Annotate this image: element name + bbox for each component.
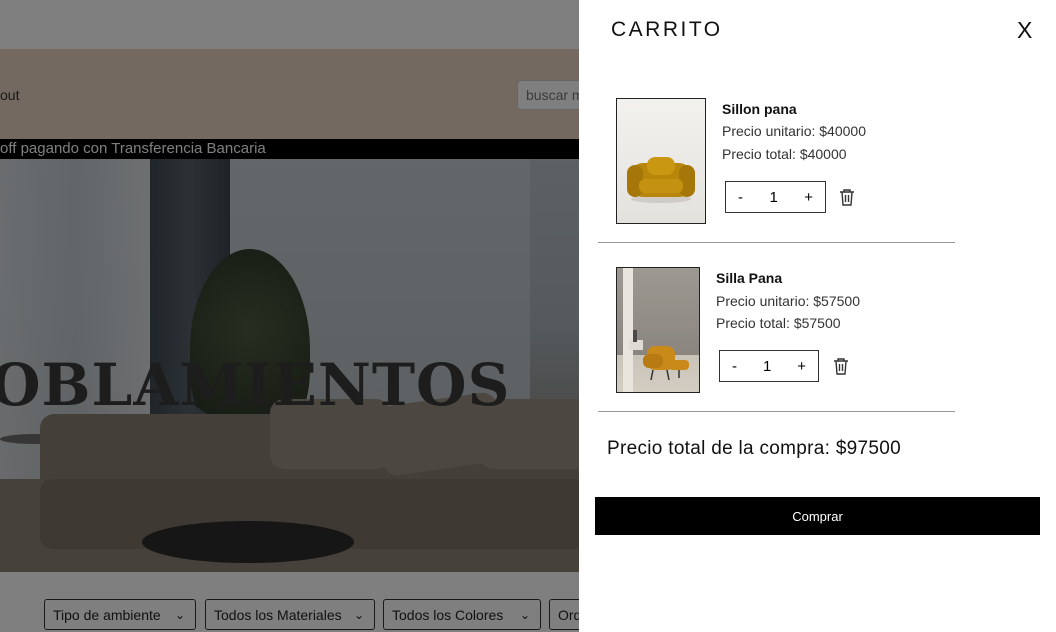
lounge-chair-illustration: [623, 268, 689, 392]
cart-item: Silla Pana Precio unitario: $57500 Preci…: [598, 243, 955, 412]
product-image: [616, 98, 706, 224]
item-total-price: Precio total: $40000: [722, 146, 847, 162]
quantity-stepper: - 1 +: [719, 350, 819, 382]
product-image: [616, 267, 700, 393]
increase-button[interactable]: +: [797, 358, 806, 375]
decrease-button[interactable]: -: [738, 189, 743, 206]
increase-button[interactable]: +: [804, 189, 813, 206]
cart-grand-total: Precio total de la compra: $97500: [607, 438, 902, 459]
cart-drawer: CARRITO X Sillon pana Precio unitario: $…: [579, 0, 1056, 632]
quantity-value: 1: [762, 357, 772, 375]
item-name: Sillon pana: [722, 101, 797, 117]
cart-item: Sillon pana Precio unitario: $40000 Prec…: [598, 0, 955, 243]
quantity-value: 1: [769, 188, 778, 206]
item-name: Silla Pana: [716, 270, 783, 286]
modal-backdrop[interactable]: [0, 0, 579, 632]
close-button[interactable]: X: [1017, 17, 1032, 44]
item-unit-price: Precio unitario: $40000: [722, 123, 866, 139]
quantity-stepper: - 1 +: [725, 181, 826, 213]
item-total-price: Precio total: $57500: [716, 315, 841, 331]
armchair-illustration: [627, 157, 695, 203]
trash-icon[interactable]: [838, 187, 856, 207]
checkout-button[interactable]: Comprar: [595, 497, 1040, 535]
background-page: out off pagando con Transferencia Bancar…: [0, 0, 579, 632]
trash-icon[interactable]: [832, 356, 850, 376]
item-unit-price: Precio unitario: $57500: [716, 293, 860, 309]
decrease-button[interactable]: -: [732, 358, 737, 375]
